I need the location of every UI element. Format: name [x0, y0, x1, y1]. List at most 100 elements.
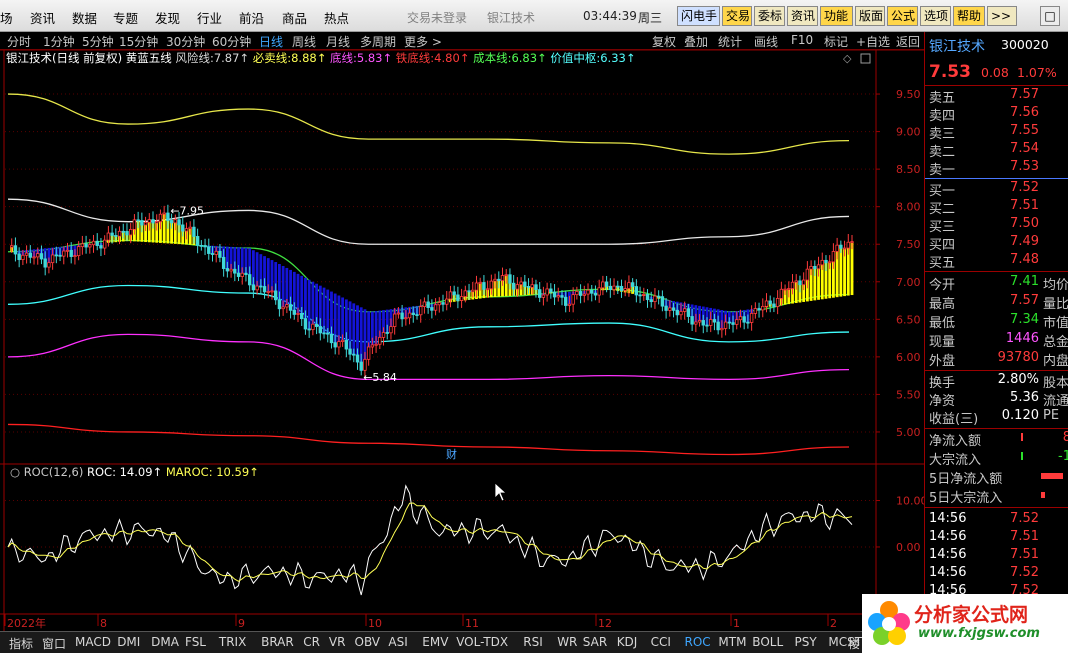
tick-price: 7.51 — [1010, 529, 1039, 544]
capital-flow-label: 5日净流入额 — [929, 472, 1003, 487]
window-close-icon[interactable]: □ — [1040, 6, 1060, 26]
indicator-tab[interactable]: BRAR — [261, 635, 294, 649]
toolbar-button[interactable]: 委标 — [754, 6, 785, 26]
period-item[interactable]: 多周期 — [360, 33, 396, 50]
roc-axis-tick: 0.00 — [896, 541, 921, 554]
period-item[interactable]: 周线 — [292, 33, 316, 50]
toolbar-button[interactable]: 版面 — [855, 6, 885, 26]
indicator-tab[interactable]: DMI — [117, 635, 140, 649]
indicator-tab[interactable]: CR — [303, 635, 320, 649]
candle-body — [642, 294, 646, 296]
finance-mark[interactable]: 财 — [446, 447, 457, 461]
toolbar-button[interactable]: 功能 — [820, 6, 853, 26]
indicator-tab[interactable]: CCI — [651, 635, 671, 649]
tick-time: 14:56 — [929, 511, 967, 526]
candle-body — [831, 251, 836, 263]
chart-tool-button[interactable]: 标记 — [824, 33, 848, 50]
bid-price: 7.49 — [1010, 234, 1039, 249]
candle-body — [787, 288, 791, 290]
indicator-tab[interactable]: VOL-TDX — [456, 635, 508, 649]
candle-body — [233, 268, 237, 274]
menu-item[interactable]: 专题 — [113, 8, 138, 27]
indicator-tab[interactable]: PSY — [795, 635, 817, 649]
period-item[interactable]: 30分钟 — [166, 33, 205, 50]
candle-body — [794, 280, 798, 283]
indicator-tab[interactable]: KDJ — [617, 635, 638, 649]
kline-chart[interactable]: 9.50 9.00 8.50 8.00 7.50 7.00 6.50 6.00 5.50 5.00… — [0, 50, 924, 631]
candle-body — [84, 243, 88, 248]
indicator-tab[interactable]: ASI — [388, 635, 407, 649]
indicator-tab[interactable]: 指标 — [9, 635, 33, 652]
chart-tool-button[interactable]: 统计 — [718, 33, 742, 50]
toolbar-button[interactable]: 闪电手 — [677, 6, 720, 26]
indicator-tab[interactable]: EMV — [422, 635, 448, 649]
toolbar-button[interactable]: 选项 — [920, 6, 951, 26]
menu-item[interactable]: 发现 — [155, 8, 180, 27]
indicator-tab[interactable]: RSI — [523, 635, 543, 649]
indicator-tab[interactable]: FSL — [185, 635, 206, 649]
chart-tool-button[interactable]: 叠加 — [684, 33, 708, 50]
candle-body — [634, 286, 639, 296]
capital-flow-row: 5日大宗流入 — [929, 487, 1068, 506]
divider — [925, 85, 1068, 86]
indicator-tab[interactable]: WR — [557, 635, 577, 649]
diamond-icon[interactable]: ◇ — [843, 52, 852, 65]
menu-item[interactable]: 数据 — [72, 8, 97, 27]
toolbar-button[interactable]: 资讯 — [787, 6, 818, 26]
indicator-tab[interactable]: SAR — [583, 635, 607, 649]
menu-item[interactable]: 前沿 — [239, 8, 264, 27]
menu-item[interactable]: 商品 — [282, 8, 307, 27]
bid-row: 买二 7.51 — [929, 198, 1068, 217]
toolbar-button[interactable]: 帮助 — [953, 6, 985, 26]
tabbar-corner-label[interactable]: 楼 — [848, 635, 860, 652]
period-item[interactable]: 日线 — [259, 33, 283, 50]
chart-tool-button[interactable]: 画线 — [754, 33, 778, 50]
chart-tool-button[interactable]: F10 — [791, 33, 813, 47]
x-axis-label: 11 — [465, 617, 479, 630]
clock-time: 03:44:39 — [583, 9, 637, 23]
period-item[interactable]: 15分钟 — [119, 33, 158, 50]
toolbar-button[interactable]: >> — [987, 6, 1017, 26]
quote-stat-label: 今开 — [929, 278, 956, 293]
x-axis-label: 12 — [598, 617, 612, 630]
candle-body — [292, 309, 296, 315]
period-item[interactable]: 5分钟 — [82, 33, 114, 50]
chart-tool-button[interactable]: 返回 — [896, 33, 920, 50]
period-item[interactable]: 60分钟 — [212, 33, 251, 50]
x-axis-label: 1 — [733, 617, 740, 630]
menu-item[interactable]: 热点 — [324, 8, 349, 27]
indicator-tab[interactable]: OBV — [355, 635, 381, 649]
candle-body — [749, 313, 754, 323]
candle-body — [199, 244, 204, 247]
period-item[interactable]: 分时 — [7, 33, 31, 50]
indicator-tab[interactable]: DMA — [151, 635, 179, 649]
period-item[interactable]: 月线 — [326, 33, 350, 50]
indicator-tab[interactable]: TRIX — [219, 635, 246, 649]
flow-bar — [1041, 473, 1063, 479]
toolbar-button[interactable]: 公式 — [887, 6, 918, 26]
bid-label: 买二 — [929, 202, 956, 217]
indicator-tab[interactable]: VR — [329, 635, 346, 649]
ask-row: 卖四 7.56 — [929, 105, 1068, 124]
trend-band-bar — [352, 303, 356, 356]
indicator-tab[interactable]: BOLL — [752, 635, 783, 649]
quote-stat-value: 1446 — [1005, 331, 1039, 346]
trade-login-status[interactable]: 交易未登录 — [407, 9, 467, 26]
indicator-tab[interactable]: MTM — [718, 635, 746, 649]
candle-body — [326, 332, 330, 335]
period-item[interactable]: 1分钟 — [43, 33, 75, 50]
toolbar-button[interactable]: 交易 — [722, 6, 752, 26]
menu-item[interactable]: 场 — [0, 8, 13, 27]
indicator-tab[interactable]: 窗口 — [42, 635, 66, 652]
menu-item[interactable]: 行业 — [197, 8, 222, 27]
period-item[interactable]: 更多 > — [404, 33, 442, 50]
candle-body — [523, 281, 527, 287]
chart-tool-button[interactable]: +自选 — [856, 33, 890, 50]
price-axis-tick: 8.00 — [896, 201, 921, 214]
chart-tool-button[interactable]: 复权 — [652, 33, 676, 50]
candle-body — [567, 303, 572, 306]
menu-item[interactable]: 资讯 — [30, 8, 55, 27]
indicator-tab[interactable]: ROC — [685, 635, 711, 649]
indicator-tab[interactable]: MACD — [75, 635, 111, 649]
candle-body — [608, 285, 613, 290]
